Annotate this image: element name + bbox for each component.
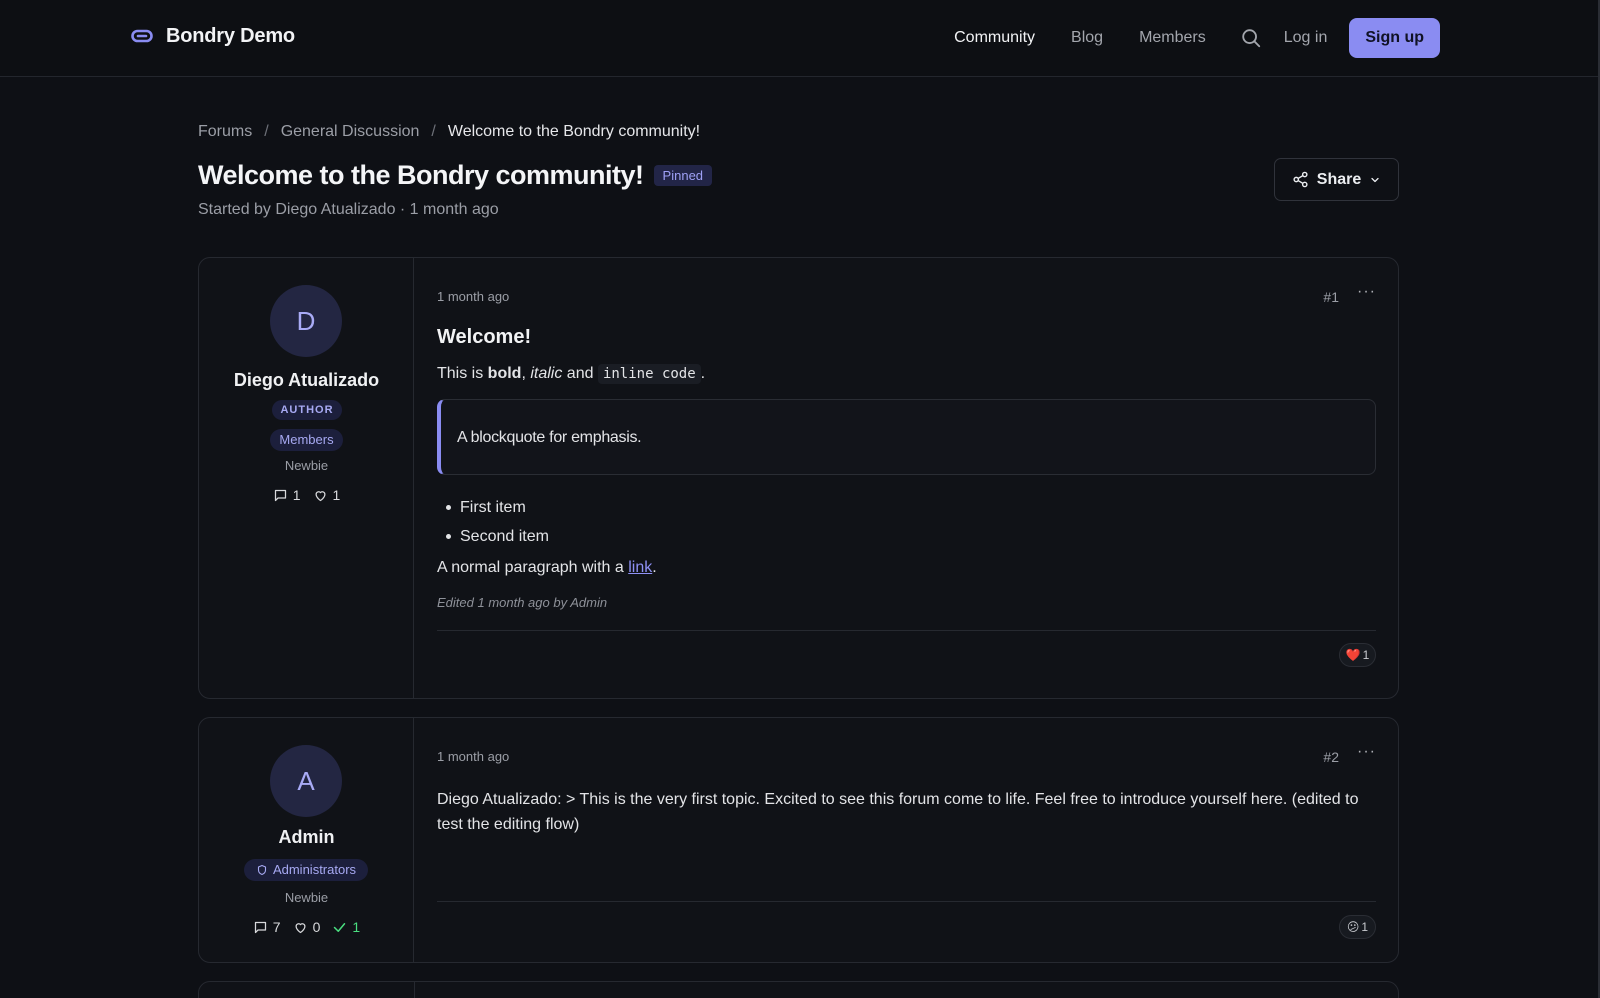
reaction-count: 1 — [1362, 648, 1370, 662]
text-segment: This is — [437, 365, 488, 382]
text-segment: . — [700, 365, 706, 382]
text-segment: . — [652, 559, 657, 576]
pinned-badge: Pinned — [653, 165, 713, 186]
comment-count-value: 7 — [272, 919, 281, 935]
brand-logo-link[interactable]: Bondry Demo — [130, 24, 295, 48]
author-name[interactable]: Admin — [199, 827, 414, 848]
breadcrumb-separator: / — [264, 123, 269, 140]
topic-subtitle: Started by Diego Atualizado · 1 month ag… — [198, 201, 499, 218]
avatar[interactable]: A — [270, 745, 342, 817]
heart-icon — [295, 922, 306, 933]
more-options-icon[interactable]: ··· — [1357, 744, 1375, 763]
group-badge[interactable]: Members — [270, 429, 343, 451]
solution-count-value: 1 — [352, 919, 361, 935]
brand-name: Bondry Demo — [166, 24, 295, 47]
post-author-sidebar: A Admin Administrators Newbie 7 0 1 — [199, 718, 414, 962]
breadcrumb-general-discussion[interactable]: General Discussion — [281, 123, 420, 141]
reaction-count: 1 — [1361, 920, 1369, 934]
shield-icon — [257, 864, 267, 876]
reaction-chip[interactable]: ❤️ 1 — [1339, 643, 1376, 667]
like-count: 0 — [293, 919, 321, 935]
post-content: 1 month ago #2 ··· Diego Atualizado: > T… — [437, 718, 1376, 962]
reaction-emoji: ❤️ — [1345, 648, 1361, 662]
comment-icon — [274, 489, 286, 501]
text-segment: A normal paragraph with a — [437, 559, 629, 576]
italic-text: italic — [530, 365, 563, 382]
user-stats: 7 0 1 — [199, 919, 414, 935]
bold-text: bold — [487, 365, 522, 382]
group-badge[interactable]: Administrators — [244, 859, 368, 881]
text-segment: , — [521, 365, 531, 382]
reaction-emoji: 😕 — [1346, 920, 1360, 934]
breadcrumb: Forums / General Discussion / Welcome to… — [198, 123, 700, 141]
post-timestamp[interactable]: 1 month ago — [437, 749, 509, 764]
comment-count: 1 — [273, 487, 301, 503]
post-card: D Diego Atualizado AUTHOR Members Newbie… — [198, 257, 1399, 699]
post-body-text: Diego Atualizado: > This is the very fir… — [437, 791, 1359, 833]
comment-count: 7 — [253, 919, 281, 935]
group-badge-label: Administrators — [272, 862, 357, 877]
topic-title-row: Welcome to the Bondry community! Pinned — [198, 160, 713, 191]
post-card-partial — [198, 981, 1399, 998]
solution-count: 1 — [332, 919, 360, 935]
text-segment: and — [562, 365, 598, 382]
user-stats: 1 1 — [199, 487, 414, 503]
breadcrumb-forums[interactable]: Forums — [198, 123, 252, 141]
main-nav: Community Blog Members Log in Sign up — [918, 18, 1440, 58]
post-timestamp[interactable]: 1 month ago — [437, 289, 509, 304]
share-button[interactable]: Share — [1274, 158, 1399, 201]
divider — [437, 901, 1376, 902]
post-link[interactable]: link — [628, 559, 652, 576]
avatar[interactable]: D — [270, 285, 342, 357]
heart-icon — [315, 490, 325, 501]
login-link[interactable]: Log in — [1284, 18, 1328, 58]
link-logo-icon — [131, 29, 153, 43]
nav-members[interactable]: Members — [1139, 18, 1206, 58]
search-icon[interactable] — [1240, 27, 1262, 49]
post-author-sidebar: D Diego Atualizado AUTHOR Members Newbie… — [199, 258, 414, 698]
post-content: 1 month ago #1 ··· Welcome! This is bold… — [437, 258, 1376, 698]
page-title: Welcome to the Bondry community! — [198, 160, 644, 190]
list-item: First item — [446, 493, 549, 522]
user-rank: Newbie — [284, 458, 329, 473]
signup-button[interactable]: Sign up — [1349, 18, 1440, 58]
user-rank: Newbie — [284, 890, 329, 905]
post-number[interactable]: #2 — [1323, 749, 1339, 765]
post-paragraph: A normal paragraph with a link. — [437, 559, 657, 577]
more-options-icon[interactable]: ··· — [1357, 284, 1375, 303]
list-item: Second item — [446, 522, 549, 551]
chevron-down-icon — [1371, 177, 1379, 182]
comment-icon — [254, 921, 266, 933]
share-label: Share — [1316, 170, 1362, 188]
nav-community[interactable]: Community — [954, 18, 1035, 58]
author-name[interactable]: Diego Atualizado — [199, 370, 414, 391]
edited-note: Edited 1 month ago by Admin — [437, 595, 608, 610]
post-paragraph: This is bold, italic and inline code. — [437, 364, 706, 384]
inline-code: inline code — [597, 364, 701, 384]
breadcrumb-separator: / — [431, 123, 436, 140]
post-heading: Welcome! — [437, 326, 532, 348]
top-navbar: Bondry Demo Community Blog Members Log i… — [0, 0, 1600, 77]
check-icon — [334, 922, 346, 932]
like-count-value: 1 — [332, 487, 341, 503]
divider — [414, 982, 415, 998]
share-icon — [1293, 171, 1308, 188]
reaction-chip[interactable]: 😕 1 — [1339, 915, 1376, 939]
author-role-badge: AUTHOR — [272, 400, 342, 420]
blockquote: A blockquote for emphasis. — [437, 399, 1376, 475]
like-count-value: 0 — [312, 919, 321, 935]
comment-count-value: 1 — [292, 487, 301, 503]
breadcrumb-current: Welcome to the Bondry community! — [447, 123, 701, 140]
like-count: 1 — [313, 487, 341, 503]
post-card: A Admin Administrators Newbie 7 0 1 1 mo… — [198, 717, 1399, 963]
nav-blog[interactable]: Blog — [1071, 18, 1103, 58]
bullet-list: First item Second item — [446, 493, 549, 551]
divider — [437, 630, 1376, 631]
post-number[interactable]: #1 — [1323, 289, 1339, 305]
